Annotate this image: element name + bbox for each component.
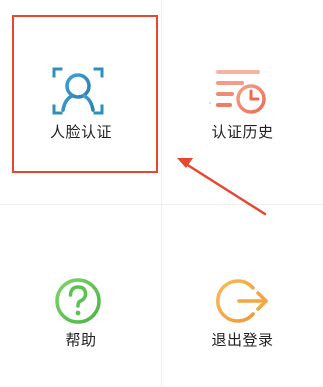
- exit-arrow-icon: [213, 272, 273, 332]
- face-scan-icon: [48, 62, 108, 122]
- face-auth-label: 人脸认证: [49, 123, 112, 141]
- logout-tile[interactable]: 退出登录: [162, 205, 323, 387]
- decorative-dot: [209, 102, 211, 104]
- auth-history-tile[interactable]: 认证历史: [162, 0, 323, 205]
- help-label: 帮助: [65, 331, 97, 349]
- history-clock-icon: [212, 62, 272, 122]
- auth-history-label: 认证历史: [211, 123, 274, 141]
- function-menu-screen: 人脸认证 认证历史 帮助 退出登录: [0, 0, 323, 387]
- question-circle-icon: [48, 272, 108, 332]
- logout-label: 退出登录: [211, 331, 274, 349]
- help-tile[interactable]: 帮助: [0, 205, 162, 387]
- face-auth-tile[interactable]: 人脸认证: [0, 0, 162, 205]
